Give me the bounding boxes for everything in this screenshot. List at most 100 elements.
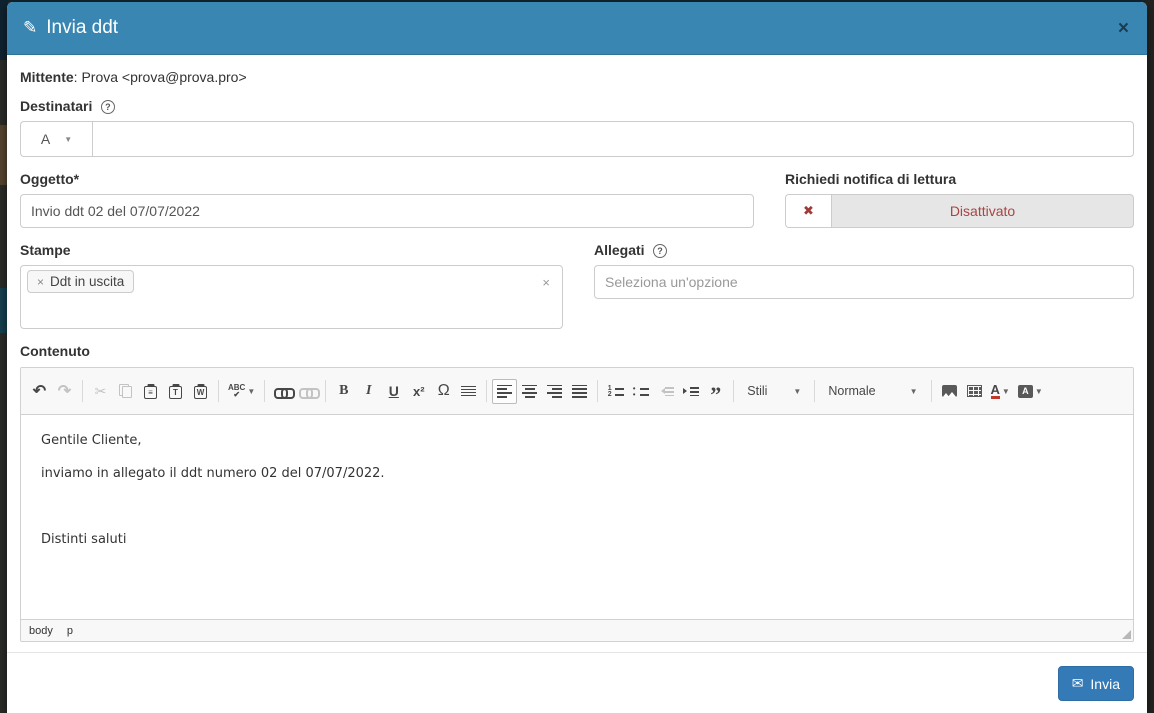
prints-multiselect[interactable]: × Ddt in uscita × [20, 265, 563, 329]
editor-paragraph: inviamo in allegato il ddt numero 02 del… [41, 464, 1113, 484]
increase-indent-icon[interactable] [678, 379, 703, 404]
subject-row: Oggetto* Richiedi notifica di lettura ✖ … [20, 171, 1134, 228]
sender-value: : Prova <prova@prova.pro> [74, 69, 247, 85]
help-icon[interactable]: ? [653, 244, 667, 258]
blockquote-icon[interactable]: ” [703, 382, 728, 407]
background-page-right [1146, 0, 1154, 713]
styles-combo-label: Stili [747, 384, 767, 398]
copy-icon[interactable] [113, 379, 138, 404]
format-combo[interactable]: Normale ▼ [820, 379, 925, 404]
read-receipt-toggle[interactable]: ✖ Disattivato [785, 194, 1134, 228]
paste-w: W [195, 387, 206, 398]
underline-icon[interactable]: U [381, 379, 406, 404]
format-combo-label: Normale [828, 384, 875, 398]
toggle-x-icon: ✖ [786, 195, 832, 227]
cut-icon[interactable]: ✂ [88, 379, 113, 404]
send-button[interactable]: ✉ Invia [1058, 666, 1134, 701]
editor-paragraph [41, 497, 1113, 517]
bullet-list-icon[interactable] [628, 379, 653, 404]
insert-image-icon[interactable] [937, 379, 962, 404]
align-justify-icon[interactable] [567, 379, 592, 404]
paste-text-icon[interactable]: T [163, 379, 188, 404]
table-glyph [967, 385, 982, 397]
paste-text-glyph: T [169, 386, 182, 399]
ol-glyph [608, 385, 624, 398]
align-justify-glyph [572, 385, 587, 398]
editor-paragraph: Distinti saluti [41, 530, 1113, 550]
insert-table-icon[interactable] [962, 379, 987, 404]
read-receipt-field: Richiedi notifica di lettura ✖ Disattiva… [785, 171, 1134, 228]
recipients-label: Destinatari [20, 98, 92, 114]
special-character-icon[interactable]: Ω [431, 379, 456, 404]
send-ddt-modal: ✎ Invia ddt × Mittente: Prova <prova@pro… [7, 2, 1147, 713]
chevron-down-icon: ▼ [64, 135, 72, 144]
bold-icon[interactable]: B [331, 379, 356, 404]
undo-icon[interactable]: ↶ [27, 379, 52, 404]
content-label: Contenuto [20, 343, 90, 359]
toolbar-separator [733, 380, 734, 402]
modal-header: ✎ Invia ddt × [7, 2, 1147, 55]
clear-selection-icon[interactable]: × [542, 275, 550, 290]
path-item-body[interactable]: body [29, 625, 53, 637]
link-icon[interactable] [270, 379, 295, 404]
attachments-select[interactable] [594, 265, 1134, 299]
align-right-icon[interactable] [542, 379, 567, 404]
paste-t: T [170, 387, 181, 398]
recipients-input[interactable] [92, 121, 1134, 157]
paste-glyph: ≡ [144, 386, 157, 399]
horizontal-rule-icon[interactable] [456, 379, 481, 404]
recipients-label-row: Destinatari ? [20, 98, 1134, 116]
numbered-list-icon[interactable] [603, 379, 628, 404]
unlink-icon[interactable] [295, 379, 320, 404]
chevron-down-icon: ▼ [247, 387, 255, 396]
toolbar-separator [931, 380, 932, 402]
align-left-icon[interactable] [492, 379, 517, 404]
recipient-type-value: A [41, 131, 50, 147]
modal-footer: ✉ Invia [7, 652, 1147, 713]
rich-text-editor: ↶ ↷ ✂ ≡ T W ABC ✔ ▼ [20, 367, 1134, 642]
path-item-p[interactable]: p [67, 625, 73, 637]
recipients-input-group: A ▼ [20, 121, 1134, 157]
prints-label: Stampe [20, 242, 71, 258]
prints-field: Stampe × Ddt in uscita × [20, 242, 563, 329]
attachments-label: Allegati [594, 242, 645, 258]
paste-icon[interactable]: ≡ [138, 379, 163, 404]
prints-attachments-row: Stampe × Ddt in uscita × Allegati ? [20, 242, 1134, 329]
recipient-type-select[interactable]: A ▼ [20, 121, 92, 157]
redo-icon[interactable]: ↷ [52, 379, 77, 404]
remove-tag-icon[interactable]: × [37, 275, 44, 289]
toolbar-separator [597, 380, 598, 402]
outdent-glyph [658, 385, 674, 398]
italic-icon[interactable]: I [356, 379, 381, 404]
modal-title: ✎ Invia ddt [23, 17, 118, 39]
toolbar-separator [82, 380, 83, 402]
align-center-icon[interactable] [517, 379, 542, 404]
print-tag: × Ddt in uscita [27, 270, 134, 293]
subject-input[interactable] [20, 194, 754, 228]
help-icon[interactable]: ? [101, 100, 115, 114]
styles-combo[interactable]: Stili ▼ [739, 379, 809, 404]
close-icon[interactable]: × [1116, 19, 1131, 38]
background-color-icon[interactable]: A ▼ [1014, 379, 1047, 404]
toolbar-separator [325, 380, 326, 402]
image-glyph [942, 385, 957, 397]
resize-handle[interactable] [1122, 630, 1131, 639]
link-glyph [274, 386, 291, 397]
chevron-down-icon: ▼ [793, 387, 801, 396]
sender-label: Mittente [20, 69, 74, 85]
modal-body: Mittente: Prova <prova@prova.pro> Destin… [7, 55, 1147, 642]
toolbar-separator [218, 380, 219, 402]
toolbar-separator [814, 380, 815, 402]
pencil-icon: ✎ [23, 18, 37, 38]
decrease-indent-icon[interactable] [653, 379, 678, 404]
unlink-glyph [299, 386, 316, 397]
chevron-down-icon: ▼ [1035, 387, 1043, 396]
paste-word-icon[interactable]: W [188, 379, 213, 404]
align-left-glyph [497, 385, 512, 398]
align-center-glyph [522, 385, 537, 398]
spellcheck-icon[interactable]: ABC ✔ ▼ [224, 379, 259, 404]
editor-content[interactable]: Gentile Cliente, inviamo in allegato il … [21, 415, 1133, 619]
text-color-icon[interactable]: A ▼ [987, 379, 1014, 404]
superscript-icon[interactable]: x² [406, 379, 431, 404]
ul-glyph [633, 385, 649, 398]
